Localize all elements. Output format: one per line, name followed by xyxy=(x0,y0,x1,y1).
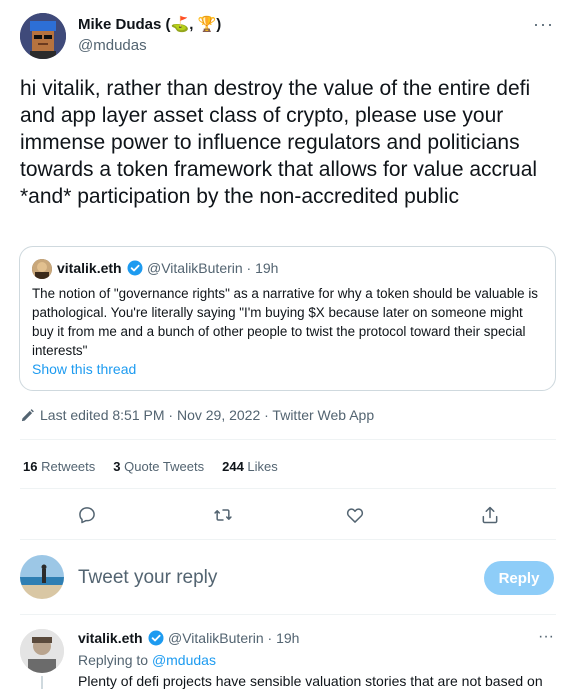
replying-to-label: Replying to xyxy=(78,652,152,668)
retweet-icon[interactable] xyxy=(208,500,238,530)
author-handle[interactable]: @mdudas xyxy=(78,37,147,54)
quote-tweets-label: Quote Tweets xyxy=(120,459,205,474)
edit-history[interactable]: Last edited 8:51 PM · Nov 29, 2022 · Twi… xyxy=(20,407,374,423)
quote-tweets-count: 3 xyxy=(113,459,121,474)
tweet-text: hi vitalik, rather than destroy the valu… xyxy=(20,77,538,208)
more-dots-icon[interactable]: ··· xyxy=(538,628,554,646)
likes-stat[interactable]: 244 Likes xyxy=(222,459,278,474)
share-icon[interactable] xyxy=(475,500,505,530)
quoted-tweet-text: The notion of "governance rights" as a n… xyxy=(32,286,539,358)
quoted-author-handle: @VitalikButerin · 19h xyxy=(147,260,279,276)
pencil-icon xyxy=(21,408,34,421)
divider xyxy=(20,614,556,615)
more-dots-icon[interactable]: ··· xyxy=(533,14,554,35)
edited-timestamp: Last edited 8:51 PM · Nov 29, 2022 · Twi… xyxy=(40,407,375,423)
thread-line xyxy=(41,676,43,689)
quoted-author-avatar xyxy=(32,259,52,279)
reply-text: Plenty of defi projects have sensible va… xyxy=(78,673,543,689)
reply-author-name[interactable]: vitalik.eth xyxy=(78,630,143,646)
verified-badge-icon xyxy=(127,260,143,276)
quoted-author-name: vitalik.eth xyxy=(57,260,122,276)
retweets-label: Retweets xyxy=(37,459,96,474)
reply-button[interactable]: Reply xyxy=(484,561,554,595)
replying-to-handle[interactable]: @mdudas xyxy=(152,652,216,668)
like-icon[interactable] xyxy=(340,500,370,530)
tweet-stats: 16 Retweets 3 Quote Tweets 244 Likes xyxy=(23,459,296,474)
likes-label: Likes xyxy=(243,459,278,474)
quoted-tweet[interactable]: vitalik.eth @VitalikButerin · 19h The no… xyxy=(19,246,556,391)
reply-author-avatar[interactable] xyxy=(20,629,64,673)
likes-count: 244 xyxy=(222,459,244,474)
reply-author-handle[interactable]: @VitalikButerin · 19h xyxy=(168,630,299,646)
divider xyxy=(20,439,556,440)
divider xyxy=(20,488,556,489)
reply-icon[interactable] xyxy=(72,500,102,530)
verified-badge-icon xyxy=(148,630,164,646)
replying-to: Replying to @mdudas xyxy=(78,652,216,668)
author-name[interactable]: Mike Dudas (⛳️, 🏆) xyxy=(78,15,221,33)
quote-tweets-stat[interactable]: 3 Quote Tweets xyxy=(113,459,204,474)
reply-input[interactable]: Tweet your reply xyxy=(78,567,217,589)
show-thread-link[interactable]: Show this thread xyxy=(32,361,136,377)
retweets-count: 16 xyxy=(23,459,38,474)
tweet-actions xyxy=(0,500,576,530)
user-avatar[interactable] xyxy=(20,555,64,599)
author-avatar[interactable] xyxy=(20,13,66,59)
divider xyxy=(20,539,556,540)
retweets-stat[interactable]: 16 Retweets xyxy=(23,459,95,474)
